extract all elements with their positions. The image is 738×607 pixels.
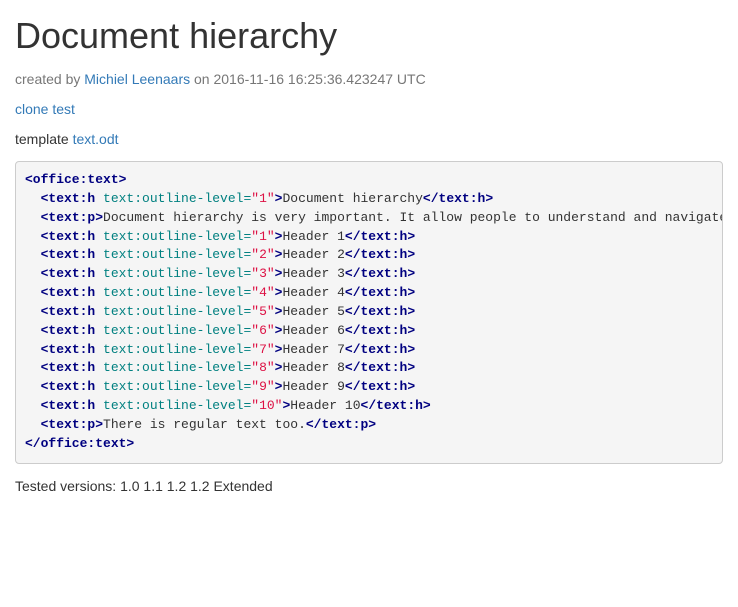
created-by-prefix: created by: [15, 71, 84, 87]
author-link[interactable]: Michiel Leenaars: [84, 71, 190, 87]
template-line: template text.odt: [15, 131, 723, 147]
tested-versions-label: Tested versions:: [15, 478, 120, 494]
template-file-link[interactable]: text.odt: [73, 131, 119, 147]
template-label: template: [15, 131, 73, 147]
clone-link[interactable]: clone test: [15, 101, 75, 117]
page-title: Document hierarchy: [15, 15, 723, 57]
created-by-line: created by Michiel Leenaars on 2016-11-1…: [15, 71, 723, 87]
tested-versions-value: 1.0 1.1 1.2 1.2 Extended: [120, 478, 273, 494]
created-on: on 2016-11-16 16:25:36.423247 UTC: [190, 71, 426, 87]
xml-code-block: <office:text> <text:h text:outline-level…: [15, 161, 723, 464]
clone-line: clone test: [15, 101, 723, 117]
tested-versions-line: Tested versions: 1.0 1.1 1.2 1.2 Extende…: [15, 478, 723, 494]
